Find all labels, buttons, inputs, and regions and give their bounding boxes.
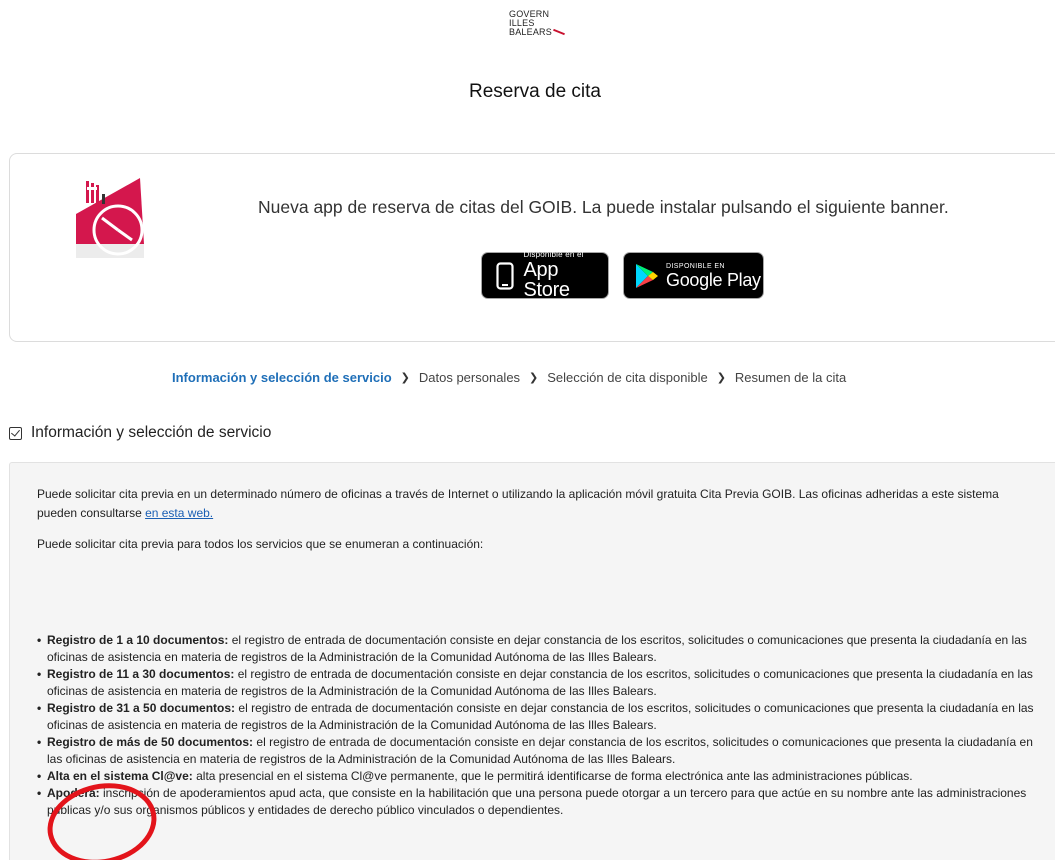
service-desc: inscripción de apoderamientos apud acta,… [47, 786, 1027, 817]
cita-previa-app-icon [76, 178, 144, 258]
offices-web-link[interactable]: en esta web. [145, 506, 213, 520]
google-play-text: DISPONIBLE EN Google Play [666, 263, 761, 289]
services-intro: Puede solicitar cita previa para todos l… [37, 537, 484, 551]
chevron-right-icon: ❯ [400, 372, 410, 384]
section-title: Información y selección de servicio [31, 424, 272, 441]
intro-paragraph: Puede solicitar cita previa en un determ… [37, 485, 1042, 523]
service-title: Alta en el sistema Cl@ve: [47, 769, 193, 783]
service-item-alta-clave: Alta en el sistema Cl@ve: alta presencia… [37, 768, 1047, 785]
google-play-icon [633, 263, 661, 289]
service-title: Registro de 31 a 50 documentos: [47, 701, 236, 715]
logo-line-3: BALEARS [509, 27, 552, 37]
info-panel: Puede solicitar cita previa en un determ… [9, 462, 1055, 860]
chevron-right-icon: ❯ [716, 372, 726, 384]
service-item-apodera: Apodera: inscripción de apoderamientos a… [37, 785, 1047, 819]
google-play-small-label: DISPONIBLE EN [666, 262, 725, 270]
app-banner: Nueva app de reserva de citas del GOIB. … [9, 153, 1055, 342]
section-header: Información y selección de servicio [9, 424, 271, 442]
google-play-button[interactable]: DISPONIBLE EN Google Play [623, 252, 764, 299]
step-seleccion-cita[interactable]: Selección de cita disponible [547, 370, 707, 385]
service-item-registro-11-30: Registro de 11 a 30 documentos: el regis… [37, 666, 1047, 700]
checkbox-checked-icon [9, 426, 22, 440]
app-store-big-label: App Store [523, 259, 570, 301]
step-datos-personales[interactable]: Datos personales [419, 370, 520, 385]
banner-message: Nueva app de reserva de citas del GOIB. … [258, 197, 949, 217]
govern-illes-balears-logo: GOVERN ILLES BALEARS [509, 10, 565, 37]
step-informacion-seleccion[interactable]: Información y selección de servicio [172, 370, 392, 385]
service-title: Registro de 1 a 10 documentos: [47, 633, 229, 647]
service-title: Apodera: [47, 786, 100, 800]
app-store-small-label: Disponible en el [523, 250, 584, 259]
app-store-button[interactable]: Disponible en el App Store [481, 250, 609, 301]
service-item-registro-1-10: Registro de 1 a 10 documentos: el regist… [37, 632, 1047, 666]
step-resumen-cita[interactable]: Resumen de la cita [735, 370, 846, 385]
service-desc: alta presencial en el sistema Cl@ve perm… [192, 769, 913, 783]
progress-steps: Información y selección de servicio ❯ Da… [172, 370, 846, 385]
service-item-registro-31-50: Registro de 31 a 50 documentos: el regis… [37, 700, 1047, 734]
chevron-right-icon: ❯ [529, 372, 539, 384]
service-item-registro-mas-50: Registro de más de 50 documentos: el reg… [37, 734, 1047, 768]
page-title: Reserva de cita [468, 81, 601, 102]
google-play-big-label: Google Play [666, 269, 761, 290]
services-list: Registro de 1 a 10 documentos: el regist… [37, 632, 1047, 819]
logo-line-3-wrap: BALEARS [509, 28, 565, 37]
app-store-text: Disponible en el App Store [523, 250, 608, 301]
service-title: Registro de más de 50 documentos: [47, 735, 254, 749]
service-title: Registro de 11 a 30 documentos: [47, 667, 235, 681]
logo-slash-mark [552, 28, 565, 36]
phone-icon [491, 261, 518, 290]
